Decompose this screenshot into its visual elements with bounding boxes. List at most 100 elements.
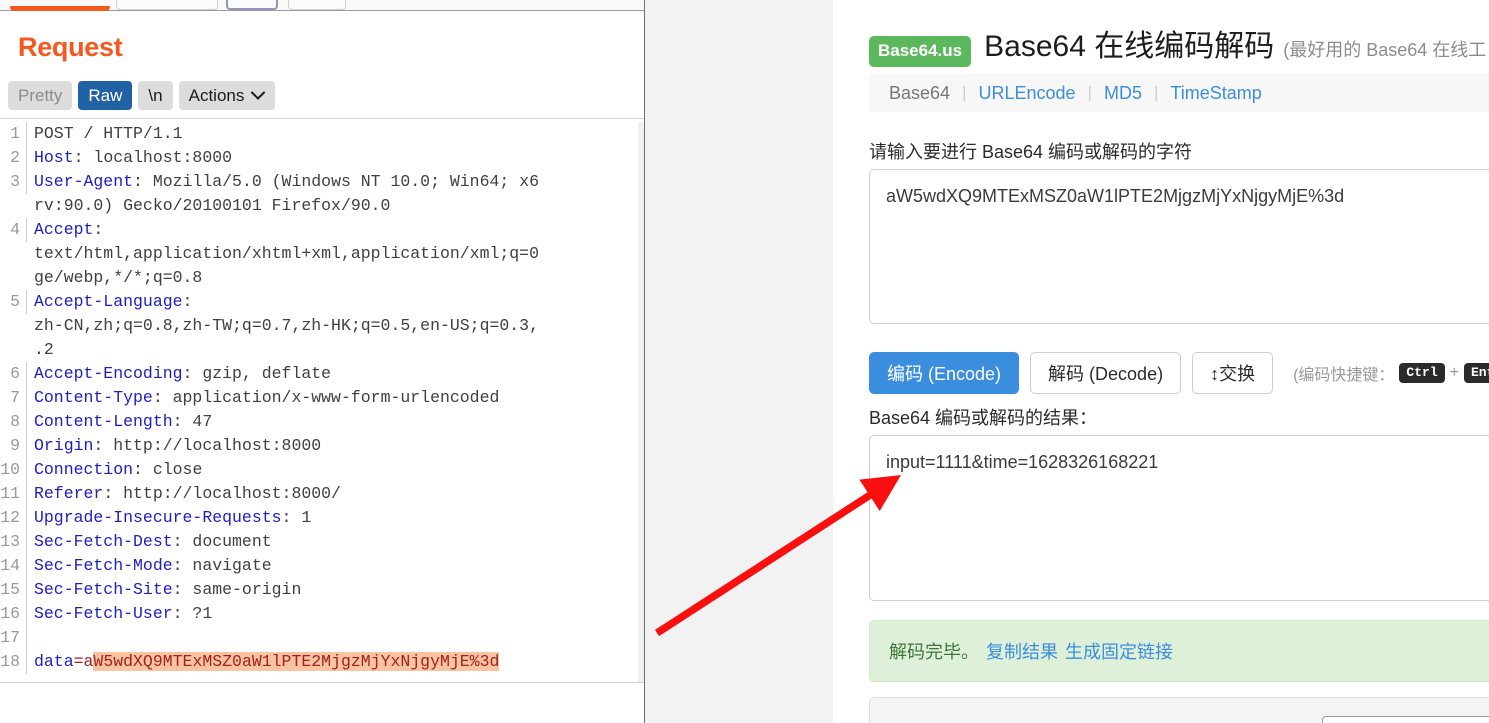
line-text: Origin: http://localhost:8000 [34,436,322,455]
line-number: 5 [0,290,27,314]
toolbar-divider [0,118,645,119]
request-line: 10 Connection: close [0,458,645,482]
request-line: 11 Referer: http://localhost:8000/ [0,482,645,506]
request-line: rv:90.0) Gecko/20100101 Firefox/90.0 [0,194,645,218]
highlighted-payload[interactable]: W5wdXQ9MTExMSZ0aW1lPTE2MjgzMjYxNjgyMjE%3… [93,652,500,671]
nav-separator: | [1153,83,1159,102]
body-line-text: data=aW5wdXQ9MTExMSZ0aW1lPTE2MjgzMjYxNjg… [27,650,500,674]
request-line: 8 Content-Length: 47 [0,410,645,434]
request-code-editor[interactable]: 1 POST / HTTP/1.1 2 Host: localhost:8000 3 Us… [0,122,645,682]
keycap-enter: Enter [1463,363,1489,383]
request-line: 2 Host: localhost:8000 [0,146,645,170]
copy-result-link[interactable]: 复制结果 [986,638,1058,664]
line-text: text/html,application/xhtml+xml,applicat… [34,244,539,263]
line-text: ge/webp,*/*;q=0.8 [34,268,203,287]
line-text: Upgrade-Insecure-Requests: 1 [34,508,312,527]
line-text: User-Agent: Mozilla/5.0 (Windows NT 10.0… [34,172,539,191]
chevron-down-icon [251,88,266,103]
line-text: Accept: [34,220,104,239]
shortcut-hint-prefix: (编码快捷键： [1293,367,1395,384]
body-param-name: data [34,652,74,671]
site-header: Base64.us Base64 在线编码解码 (最好用的 Base64 在线工 [869,21,1486,67]
line-number: 6 [0,362,27,386]
base64-input-textarea[interactable]: aW5wdXQ9MTExMSZ0aW1lPTE2MjgzMjYxNjgyMjE%… [869,169,1489,324]
request-line: 3 User-Agent: Mozilla/5.0 (Windows NT 10.… [0,170,645,194]
pretty-button[interactable]: Pretty [8,81,73,110]
nav-separator: | [962,83,967,102]
line-text: POST / HTTP/1.1 [34,124,183,143]
line-number: 4 [0,218,27,242]
line-number: 2 [0,146,27,170]
body-param-prefix: =a [73,652,94,671]
line-text: Accept-Language: [34,292,193,311]
encode-button[interactable]: 编码 (Encode) [869,352,1020,394]
line-number: 17 [0,626,27,650]
line-text: Connection: close [34,460,203,479]
shortcut-plus: + [1449,364,1459,381]
nav-item-urlencode[interactable]: URLEncode [978,83,1075,104]
line-number: 14 [0,554,27,578]
browser-page-margin [645,0,833,723]
line-number: 10 [0,458,27,482]
burp-request-panel: Request Pretty Raw \n Actions 1 POST / HT… [0,0,645,723]
site-nav: Base64 | URLEncode | MD5 | TimeStamp [869,74,1489,112]
line-number: 13 [0,530,27,554]
request-line: 7 Content-Type: application/x-www-form-ur… [0,386,645,410]
line-number: 16 [0,602,27,626]
line-number: 8 [0,410,27,434]
nav-item-base64[interactable]: Base64 [889,83,950,104]
request-lines-container: 1 POST / HTTP/1.1 2 Host: localhost:8000 3 Us… [0,122,645,674]
bottom-partial-input[interactable] [1322,716,1489,723]
line-text: Sec-Fetch-Site: same-origin [34,580,302,599]
page-title: Base64 在线编码解码 [984,30,1275,63]
actions-label: Actions [188,85,245,105]
request-line: 14 Sec-Fetch-Mode: navigate [0,554,645,578]
nav-item-md5[interactable]: MD5 [1104,83,1142,104]
request-line: ge/webp,*/*;q=0.8 [0,266,645,290]
line-number: 1 [0,122,27,146]
line-text: Referer: http://localhost:8000/ [34,484,341,503]
line-text [27,626,44,650]
raw-button[interactable]: Raw [78,81,133,110]
burp-tab-4[interactable] [288,0,346,10]
keycap-ctrl: Ctrl [1399,363,1445,383]
base64-result-textarea[interactable]: input=1111&time=1628326168221 [869,435,1489,601]
base64-website: Base64.us Base64 在线编码解码 (最好用的 Base64 在线工… [833,0,1489,723]
burp-tab-1[interactable] [10,0,110,11]
line-text: Content-Type: application/x-www-form-url… [34,388,500,407]
line-number: 18 [0,650,27,674]
request-line: 1 POST / HTTP/1.1 [0,122,645,146]
line-text: rv:90.0) Gecko/20100101 Firefox/90.0 [34,196,391,215]
swap-button[interactable]: ↕交换 [1192,352,1274,394]
burp-tab-2[interactable] [116,0,218,10]
permalink-link[interactable]: 生成固定链接 [1065,638,1173,664]
line-text: zh-CN,zh;q=0.8,zh-TW;q=0.7,zh-HK;q=0.5,e… [34,316,539,335]
brand-badge[interactable]: Base64.us [869,36,972,67]
status-alert: 解码完毕。 复制结果 生成固定链接 [869,620,1489,682]
request-line: 13 Sec-Fetch-Dest: document [0,530,645,554]
line-text: Sec-Fetch-Dest: document [34,532,272,551]
actions-button[interactable]: Actions [178,81,276,110]
line-text: Content-Length: 47 [34,412,213,431]
request-line: 12 Upgrade-Insecure-Requests: 1 [0,506,645,530]
result-field-label: Base64 编码或解码的结果： [869,408,1098,428]
line-text: Sec-Fetch-User: ?1 [34,604,213,623]
request-line: .2 [0,338,645,362]
newline-button[interactable]: \n [138,81,173,110]
request-line: 4 Accept: [0,218,645,242]
line-text: Host: localhost:8000 [34,148,233,167]
burp-tab-3[interactable] [226,0,278,10]
line-number: 11 [0,482,27,506]
line-number: 9 [0,434,27,458]
line-number: 7 [0,386,27,410]
screen-root: Request Pretty Raw \n Actions 1 POST / HT… [0,0,1489,723]
request-line: 17 [0,626,645,650]
request-line: 15 Sec-Fetch-Site: same-origin [0,578,645,602]
request-line: zh-CN,zh;q=0.8,zh-TW;q=0.7,zh-HK;q=0.5,e… [0,314,645,338]
request-line: text/html,application/xhtml+xml,applicat… [0,242,645,266]
nav-item-timestamp[interactable]: TimeStamp [1170,83,1261,104]
request-view-toolbar: Pretty Raw \n Actions [8,81,276,110]
decode-button[interactable]: 解码 (Decode) [1030,352,1182,394]
action-button-row: 编码 (Encode) 解码 (Decode) ↕交换 (编码快捷键： Ctrl… [869,352,1489,394]
request-line: 6 Accept-Encoding: gzip, deflate [0,362,645,386]
